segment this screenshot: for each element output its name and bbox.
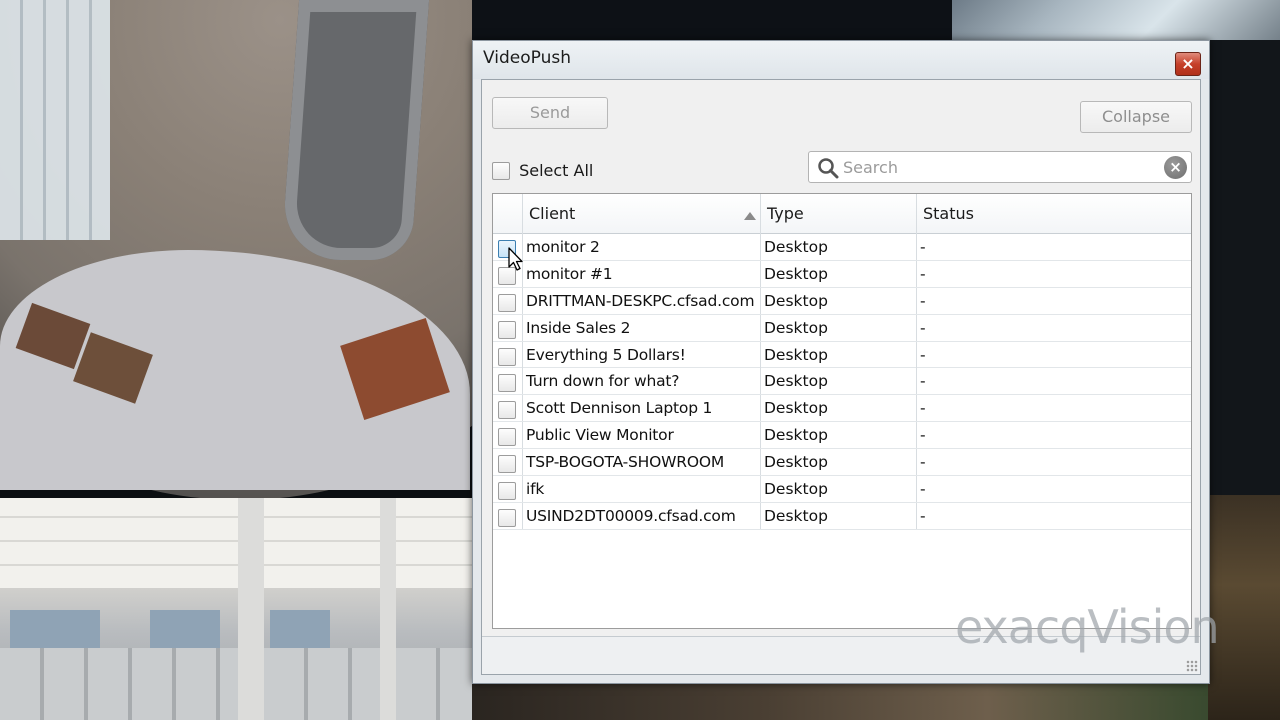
status-cell: - bbox=[920, 506, 926, 525]
column-header-label: Status bbox=[923, 204, 974, 223]
collapse-button[interactable]: Collapse bbox=[1080, 101, 1192, 133]
close-button[interactable]: × bbox=[1175, 52, 1201, 76]
table-row[interactable]: Public View Monitor Desktop - bbox=[493, 422, 1191, 450]
exacqvision-watermark: exacqVision bbox=[955, 600, 1220, 654]
status-cell: - bbox=[920, 480, 926, 499]
camera-view-bottom bbox=[472, 684, 1208, 720]
videopush-dialog: VideoPush × Send Collapse Select All × bbox=[472, 40, 1210, 684]
table-row[interactable]: Scott Dennison Laptop 1 Desktop - bbox=[493, 395, 1191, 423]
camera-view-right bbox=[1208, 40, 1280, 500]
status-cell: - bbox=[920, 291, 926, 310]
status-cell: - bbox=[920, 399, 926, 418]
header-checkbox-column bbox=[493, 194, 523, 234]
table-row[interactable]: Turn down for what? Desktop - bbox=[493, 368, 1191, 396]
client-cell: monitor 2 bbox=[523, 234, 761, 260]
table-header: Client Type Status bbox=[493, 194, 1191, 234]
table-row[interactable]: ifk Desktop - bbox=[493, 476, 1191, 503]
client-cell: Everything 5 Dollars! bbox=[523, 341, 761, 368]
search-box[interactable]: × bbox=[808, 151, 1192, 183]
client-cell: Public View Monitor bbox=[523, 422, 761, 449]
office-window-image bbox=[150, 610, 220, 648]
search-icon bbox=[818, 158, 839, 179]
type-cell: Desktop bbox=[761, 476, 917, 503]
table-row[interactable]: USIND2DT00009.cfsad.com Desktop - bbox=[493, 502, 1191, 530]
type-cell: Desktop bbox=[761, 449, 917, 476]
column-header-label: Type bbox=[767, 204, 804, 223]
send-button[interactable]: Send bbox=[492, 97, 608, 129]
select-all-checkbox[interactable] bbox=[492, 161, 510, 180]
status-cell: - bbox=[920, 426, 926, 445]
table-row[interactable]: monitor 2 Desktop - bbox=[493, 234, 1191, 261]
row-checkbox[interactable] bbox=[498, 455, 516, 474]
clear-search-icon[interactable]: × bbox=[1164, 156, 1187, 179]
row-checkbox[interactable] bbox=[498, 293, 516, 312]
client-cell: USIND2DT00009.cfsad.com bbox=[523, 502, 761, 529]
title-bar[interactable]: VideoPush × bbox=[473, 41, 1209, 79]
clients-table: Client Type Status monitor 2 Desktop - m… bbox=[492, 193, 1192, 629]
table-row[interactable]: TSP-BOGOTA-SHOWROOM Desktop - bbox=[493, 449, 1191, 477]
camera-view-office bbox=[0, 498, 475, 720]
status-cell: - bbox=[920, 264, 926, 283]
type-cell: Desktop bbox=[761, 234, 917, 260]
row-checkbox[interactable] bbox=[498, 320, 516, 339]
client-cell: Turn down for what? bbox=[523, 368, 761, 395]
row-checkbox[interactable] bbox=[498, 374, 516, 393]
row-checkbox[interactable] bbox=[498, 428, 516, 447]
mouse-pointer-icon bbox=[508, 247, 523, 271]
client-cell: monitor #1 bbox=[523, 260, 761, 287]
camera-view-top bbox=[472, 0, 952, 40]
type-cell: Desktop bbox=[761, 502, 917, 529]
type-cell: Desktop bbox=[761, 287, 917, 314]
type-cell: Desktop bbox=[761, 260, 917, 287]
clear-search-glyph: × bbox=[1169, 158, 1182, 176]
office-window-image bbox=[270, 610, 330, 648]
select-all-label: Select All bbox=[519, 161, 594, 180]
status-cell: - bbox=[920, 345, 926, 364]
close-icon: × bbox=[1181, 54, 1195, 73]
client-cell: TSP-BOGOTA-SHOWROOM bbox=[523, 449, 761, 476]
table-body: monitor 2 Desktop - monitor #1 Desktop -… bbox=[493, 234, 1191, 530]
camera-view-bottomright bbox=[1208, 495, 1280, 720]
camera-view-fisheye bbox=[0, 0, 472, 498]
type-cell: Desktop bbox=[761, 314, 917, 341]
client-cell: Inside Sales 2 bbox=[523, 314, 761, 341]
column-header-type[interactable]: Type bbox=[761, 194, 917, 234]
table-row[interactable]: Inside Sales 2 Desktop - bbox=[493, 314, 1191, 342]
table-row[interactable]: DRITTMAN-DESKPC.cfsad.com Desktop - bbox=[493, 287, 1191, 315]
status-cell: - bbox=[920, 238, 926, 256]
select-all-control[interactable]: Select All bbox=[492, 160, 593, 182]
status-cell: - bbox=[920, 372, 926, 391]
column-header-label: Client bbox=[529, 204, 576, 223]
table-row[interactable]: monitor #1 Desktop - bbox=[493, 260, 1191, 288]
table-row[interactable]: Everything 5 Dollars! Desktop - bbox=[493, 341, 1191, 369]
row-checkbox[interactable] bbox=[498, 508, 516, 527]
office-window-image bbox=[10, 610, 100, 648]
reception-desk-image bbox=[280, 0, 430, 260]
column-header-status[interactable]: Status bbox=[917, 194, 1191, 234]
row-checkbox[interactable] bbox=[498, 482, 516, 501]
type-cell: Desktop bbox=[761, 368, 917, 395]
status-cell: - bbox=[920, 318, 926, 337]
dialog-content: Send Collapse Select All × Client bbox=[481, 79, 1201, 675]
column-header-client[interactable]: Client bbox=[523, 194, 761, 234]
window-title: VideoPush bbox=[483, 48, 571, 68]
pillar-image bbox=[238, 498, 264, 720]
office-window-image bbox=[0, 0, 110, 240]
sort-ascending-icon bbox=[744, 212, 756, 220]
client-cell: ifk bbox=[523, 476, 761, 503]
type-cell: Desktop bbox=[761, 422, 917, 449]
client-cell: Scott Dennison Laptop 1 bbox=[523, 395, 761, 422]
resize-grip-icon[interactable] bbox=[1186, 660, 1198, 672]
type-cell: Desktop bbox=[761, 341, 917, 368]
row-checkbox[interactable] bbox=[498, 401, 516, 420]
type-cell: Desktop bbox=[761, 395, 917, 422]
client-cell: DRITTMAN-DESKPC.cfsad.com bbox=[523, 287, 761, 314]
search-input[interactable] bbox=[843, 156, 1143, 178]
status-cell: - bbox=[920, 453, 926, 472]
row-checkbox[interactable] bbox=[498, 347, 516, 366]
pillar-image bbox=[380, 498, 396, 720]
